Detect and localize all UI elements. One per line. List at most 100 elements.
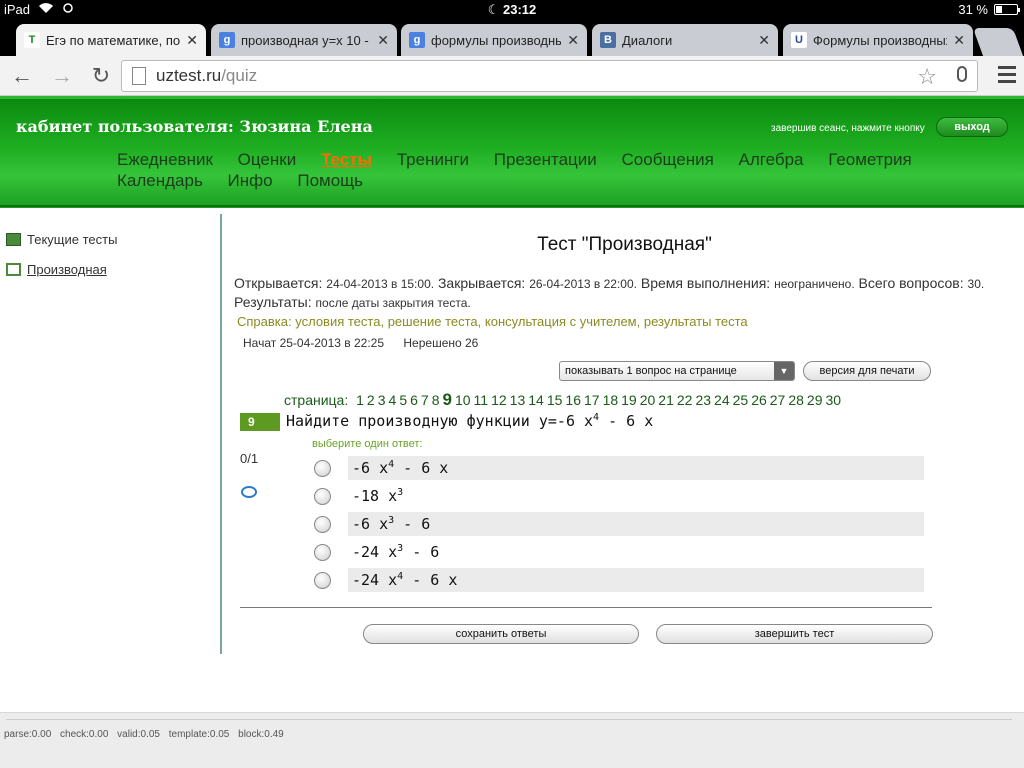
help-link-results[interactable]: результаты теста bbox=[644, 314, 748, 329]
page-link[interactable]: 27 bbox=[770, 392, 786, 408]
page-link[interactable]: 21 bbox=[658, 392, 674, 408]
page-link[interactable]: 26 bbox=[751, 392, 767, 408]
close-tab-icon[interactable]: ✕ bbox=[186, 32, 198, 49]
tab-strip: T Егэ по математике, подг ✕ g производна… bbox=[0, 20, 1024, 56]
radio-button[interactable] bbox=[314, 572, 331, 589]
page-link[interactable]: 17 bbox=[584, 392, 600, 408]
page-link[interactable]: 10 bbox=[455, 392, 471, 408]
started-at: Начат 25-04-2013 в 22:25 bbox=[243, 336, 385, 350]
radio-button[interactable] bbox=[314, 460, 331, 477]
nav-item-grades[interactable]: Оценки bbox=[238, 149, 297, 170]
page-link[interactable]: 15 bbox=[547, 392, 563, 408]
radio-button[interactable] bbox=[314, 544, 331, 561]
page-link-current[interactable]: 9 bbox=[443, 390, 452, 409]
back-arrow-icon[interactable]: ← bbox=[10, 63, 34, 88]
page-link[interactable]: 22 bbox=[677, 392, 693, 408]
page-link[interactable]: 28 bbox=[788, 392, 804, 408]
total-value: 30. bbox=[967, 277, 985, 291]
help-link-conditions[interactable]: условия теста, bbox=[295, 314, 384, 329]
finish-test-button[interactable]: завершить тест bbox=[656, 624, 933, 644]
tab-title: Егэ по математике, подг bbox=[46, 32, 181, 48]
help-link-consult[interactable]: консультация с учителем, bbox=[485, 314, 640, 329]
print-version-button[interactable]: версия для печати bbox=[803, 361, 931, 381]
nav-item-algebra[interactable]: Алгебра bbox=[739, 149, 804, 170]
nav-item-diary[interactable]: Ежедневник bbox=[117, 149, 213, 170]
close-tab-icon[interactable]: ✕ bbox=[953, 32, 965, 49]
test-info: Открывается: 24-04-2013 в 15:00. Закрыва… bbox=[234, 274, 1004, 312]
moon-icon: ☾ bbox=[487, 2, 500, 17]
nav-item-info[interactable]: Инфо bbox=[228, 170, 273, 191]
page-link[interactable]: 19 bbox=[621, 392, 637, 408]
main-nav: Ежедневник Оценки Тесты Тренинги Презент… bbox=[117, 149, 937, 191]
microphone-icon[interactable] bbox=[957, 66, 967, 82]
page-icon bbox=[132, 67, 146, 85]
reload-icon[interactable]: ↻ bbox=[89, 63, 113, 88]
page-link[interactable]: 20 bbox=[640, 392, 656, 408]
page-link[interactable]: 8 bbox=[432, 392, 440, 408]
page-link[interactable]: 24 bbox=[714, 392, 730, 408]
results-label: Результаты: bbox=[234, 294, 312, 310]
page-link[interactable]: 11 bbox=[474, 392, 489, 408]
per-page-select[interactable]: показывать 1 вопрос на странице ▼ bbox=[559, 361, 795, 381]
bookmark-star-icon[interactable]: ☆ bbox=[917, 64, 937, 90]
browser-tab[interactable]: T Егэ по математике, подг ✕ bbox=[16, 24, 206, 56]
per-page-select-value: показывать 1 вопрос на странице bbox=[565, 365, 737, 377]
close-tab-icon[interactable]: ✕ bbox=[377, 32, 389, 49]
page-link[interactable]: 3 bbox=[378, 392, 386, 408]
opens-label: Открывается: bbox=[234, 275, 323, 291]
page-link[interactable]: 23 bbox=[695, 392, 711, 408]
nav-item-messages[interactable]: Сообщения bbox=[622, 149, 714, 170]
new-tab-button[interactable] bbox=[972, 28, 1024, 56]
help-link-solution[interactable]: решение теста, bbox=[388, 314, 482, 329]
battery-percent: 31 % bbox=[958, 2, 988, 17]
page-link[interactable]: 29 bbox=[807, 392, 823, 408]
user-cabinet-title: кабинет пользователя: Зюзина Елена bbox=[16, 117, 373, 136]
radio-button[interactable] bbox=[314, 488, 331, 505]
nav-item-help[interactable]: Помощь bbox=[297, 170, 363, 191]
answer-option[interactable]: -24 x3 - 6 bbox=[314, 540, 924, 564]
dropdown-arrow-icon: ▼ bbox=[774, 362, 794, 380]
browser-tab[interactable]: g формулы производных - ✕ bbox=[401, 24, 587, 56]
browser-toolbar: ← → ↻ uztest.ru/quiz ☆ bbox=[0, 56, 1024, 96]
close-tab-icon[interactable]: ✕ bbox=[567, 32, 579, 49]
browser-tab[interactable]: B Диалоги ✕ bbox=[592, 24, 778, 56]
answer-option[interactable]: -18 x3 bbox=[314, 484, 924, 508]
page-link[interactable]: 6 bbox=[410, 392, 418, 408]
page-link[interactable]: 16 bbox=[565, 392, 581, 408]
close-tab-icon[interactable]: ✕ bbox=[758, 32, 770, 49]
page-link[interactable]: 25 bbox=[733, 392, 749, 408]
forward-arrow-icon[interactable]: → bbox=[50, 63, 74, 88]
nav-item-tests[interactable]: Тесты bbox=[321, 149, 372, 170]
page-link[interactable]: 18 bbox=[603, 392, 619, 408]
sidebar-item-derivative[interactable]: Производная bbox=[6, 262, 107, 277]
answer-option[interactable]: -6 x3 - 6 bbox=[314, 512, 924, 536]
page-link[interactable]: 7 bbox=[421, 392, 429, 408]
logout-button[interactable]: выход bbox=[936, 117, 1008, 137]
nav-item-calendar[interactable]: Календарь bbox=[117, 170, 203, 191]
page-link[interactable]: 12 bbox=[491, 392, 507, 408]
address-bar[interactable]: uztest.ru/quiz ☆ bbox=[121, 60, 978, 92]
sidebar-item-label: Производная bbox=[27, 262, 107, 277]
menu-icon[interactable] bbox=[998, 66, 1016, 84]
opens-value: 24-04-2013 в 15:00. bbox=[326, 277, 435, 291]
page-link[interactable]: 30 bbox=[826, 392, 842, 408]
browser-tab[interactable]: U Формулы производных - ✕ bbox=[783, 24, 973, 56]
question-main: Найдите производную функции y=-6 x bbox=[286, 412, 594, 430]
sidebar-item-current-tests[interactable]: Текущие тесты bbox=[6, 232, 117, 247]
save-answers-button[interactable]: сохранить ответы bbox=[363, 624, 639, 644]
nav-item-trainings[interactable]: Тренинги bbox=[397, 149, 469, 170]
nav-item-geometry[interactable]: Геометрия bbox=[828, 149, 912, 170]
page-link[interactable]: 4 bbox=[389, 392, 397, 408]
nav-item-presentations[interactable]: Презентации bbox=[494, 149, 597, 170]
page-link[interactable]: 14 bbox=[528, 392, 544, 408]
sidebar-item-label: Текущие тесты bbox=[27, 232, 118, 247]
radio-button[interactable] bbox=[314, 516, 331, 533]
page-link[interactable]: 13 bbox=[510, 392, 526, 408]
page-link[interactable]: 2 bbox=[367, 392, 375, 408]
browser-tab[interactable]: g производная y=x 10 - По ✕ bbox=[211, 24, 397, 56]
answer-option[interactable]: -6 x4 - 6 x bbox=[314, 456, 924, 480]
comment-icon[interactable] bbox=[241, 486, 257, 498]
page-link[interactable]: 1 bbox=[356, 392, 364, 408]
answer-option[interactable]: -24 x4 - 6 x bbox=[314, 568, 924, 592]
page-link[interactable]: 5 bbox=[399, 392, 407, 408]
